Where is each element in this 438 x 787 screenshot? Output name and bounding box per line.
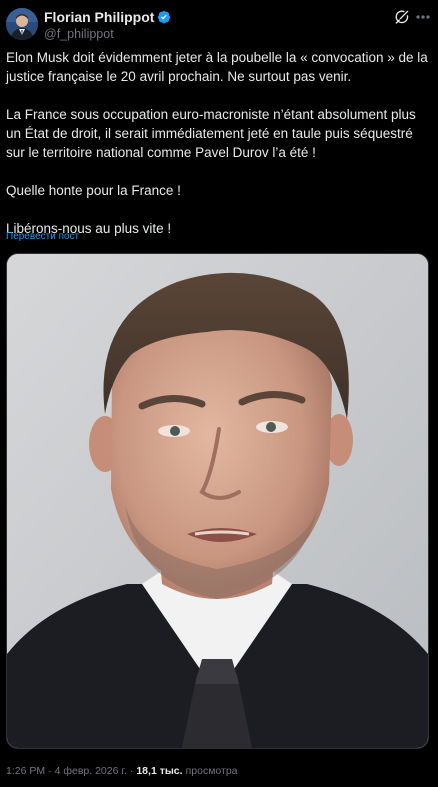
author-name-row: Florian Philippot xyxy=(44,9,171,25)
author-handle[interactable]: @f_philippot xyxy=(44,27,114,41)
verified-badge-icon xyxy=(157,10,171,24)
meta-separator: · xyxy=(48,765,52,777)
more-options-icon[interactable] xyxy=(414,9,432,25)
post-paragraph: La France sous occupation euro-macronist… xyxy=(6,107,416,160)
post-text: Elon Musk doit évidemment jeter à la pou… xyxy=(6,48,430,238)
views-count: 18,1 тыс. xyxy=(136,765,183,777)
post-image[interactable] xyxy=(6,253,429,749)
post-paragraph: Quelle honte pour la France ! xyxy=(6,183,181,198)
post-time[interactable]: 1:26 PM xyxy=(6,765,45,777)
author-display-name[interactable]: Florian Philippot xyxy=(44,9,154,25)
views-label: просмотра xyxy=(185,765,238,777)
post-date[interactable]: 4 февр. 2026 г. xyxy=(55,765,127,777)
grok-icon[interactable] xyxy=(394,9,410,25)
portrait-photo xyxy=(7,254,428,748)
meta-separator: · xyxy=(129,765,134,777)
post-card: Florian Philippot @f_philippot Elon Musk… xyxy=(0,0,438,787)
post-header: Florian Philippot @f_philippot xyxy=(6,6,432,42)
post-paragraph: Elon Musk doit évidemment jeter à la pou… xyxy=(6,50,428,84)
post-meta: 1:26 PM · 4 февр. 2026 г. · 18,1 тыс. пр… xyxy=(6,765,238,777)
avatar-portrait-icon xyxy=(6,8,38,40)
translate-post-link[interactable]: Перевести пост xyxy=(6,231,79,242)
author-avatar[interactable] xyxy=(6,8,38,40)
